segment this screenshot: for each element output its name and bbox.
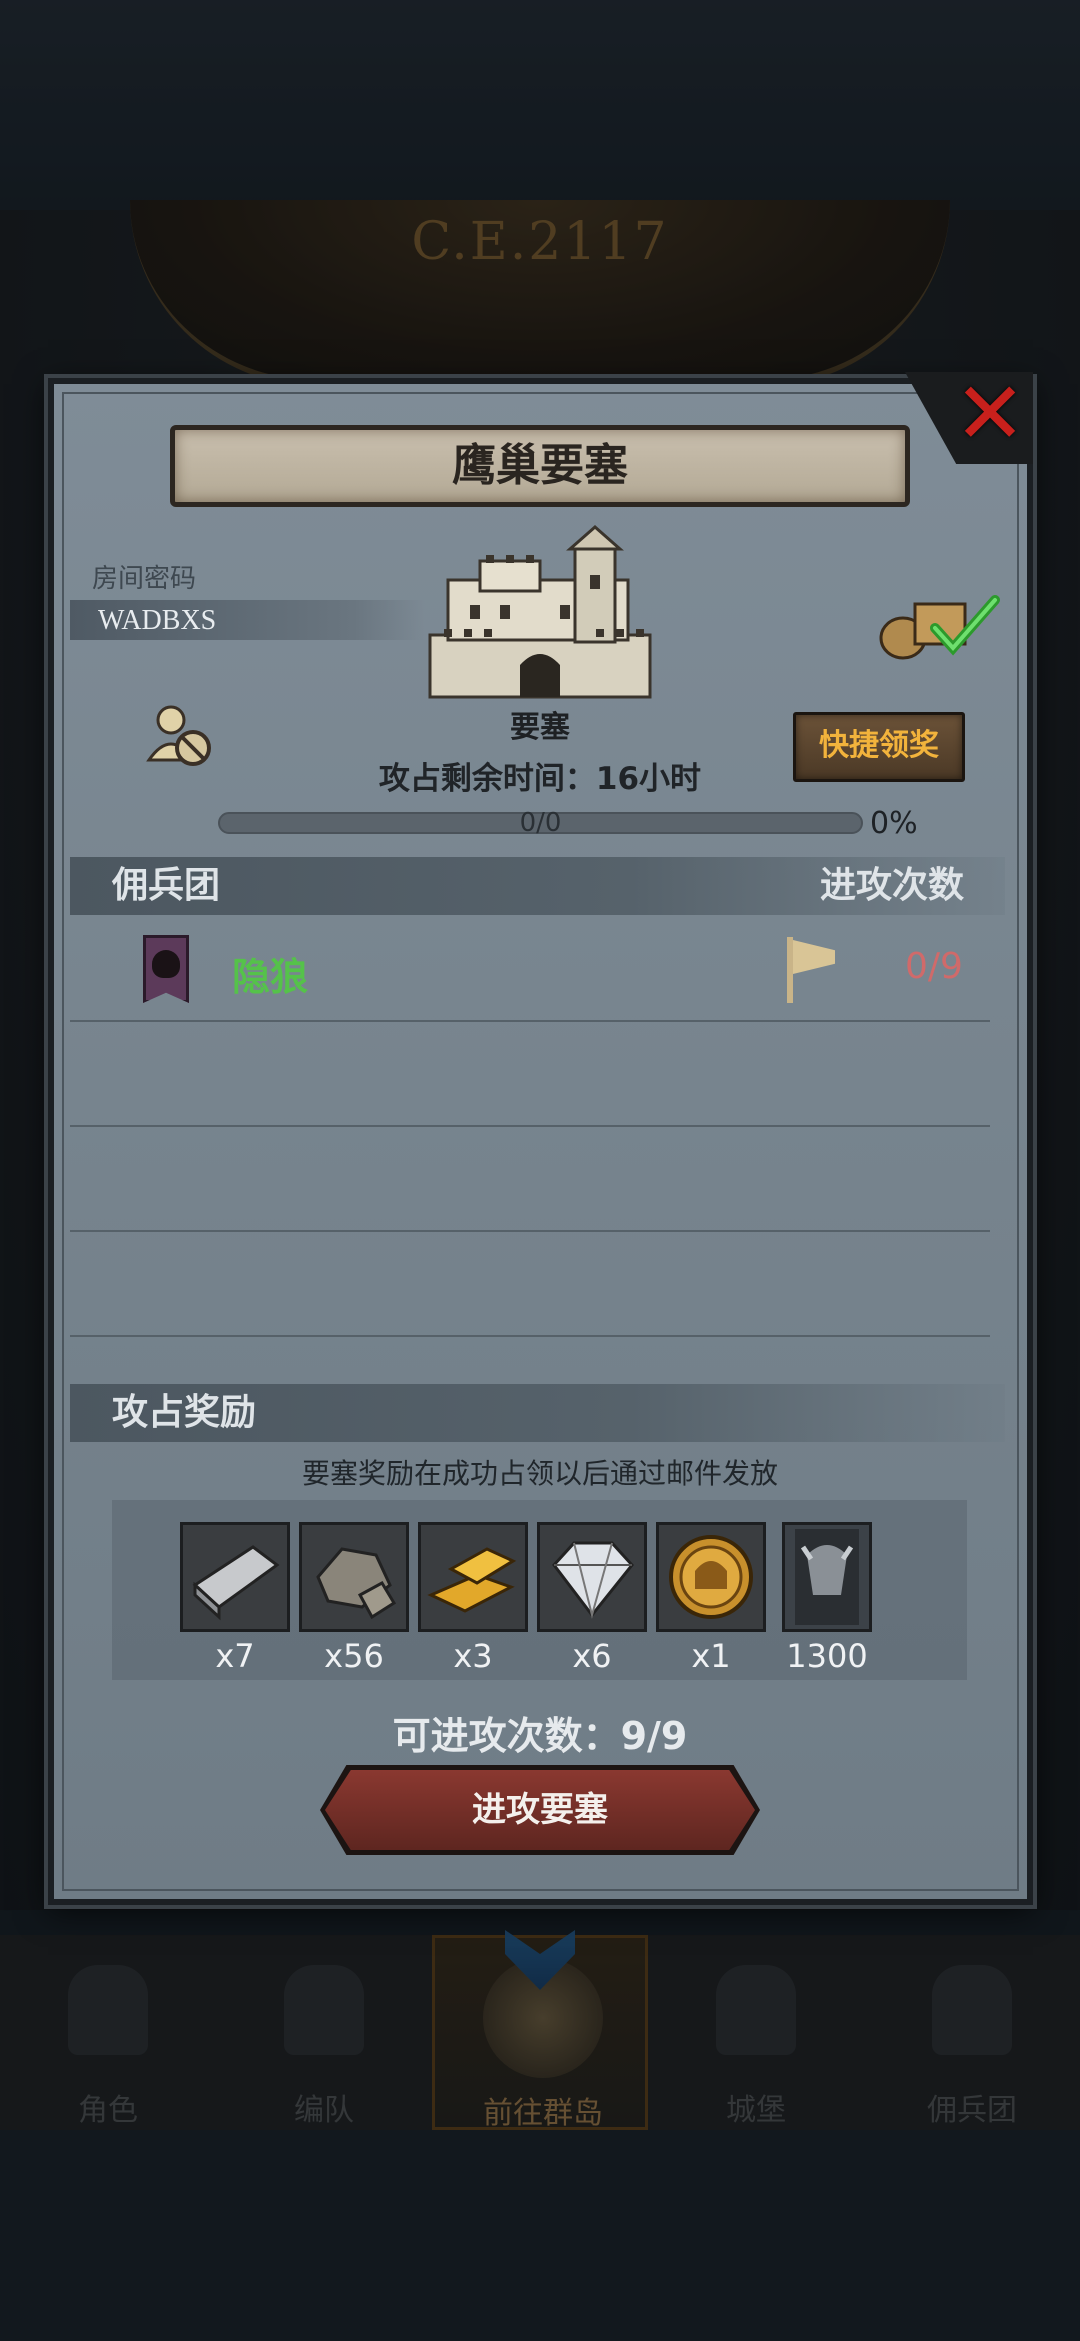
- room-code[interactable]: WADBXS: [98, 601, 216, 641]
- list-divider: [70, 1020, 990, 1022]
- fortress-label: 要塞: [510, 710, 570, 745]
- panel-title: 鹰巢要塞: [452, 440, 628, 491]
- reward-qty: x6: [572, 1637, 612, 1675]
- loot-bag-check-icon[interactable]: [875, 590, 1005, 660]
- diamond-icon[interactable]: [537, 1522, 647, 1632]
- list-divider: [70, 1335, 990, 1337]
- room-password-label: 房间密码: [92, 564, 197, 594]
- guild-name[interactable]: 隐狼: [232, 946, 308, 1001]
- progress-percent: 0%: [870, 806, 918, 841]
- flag-icon: [787, 937, 793, 1003]
- reward-note: 要塞奖励在成功占领以后通过邮件发放: [301, 1457, 778, 1490]
- fortress-castle-icon: [428, 525, 652, 699]
- time-remaining: 攻占剩余时间：16小时: [378, 761, 702, 797]
- attacks-available: 可进攻次数：9/9: [392, 1714, 688, 1758]
- helmet-coin-icon[interactable]: [656, 1522, 766, 1632]
- list-divider: [70, 1125, 990, 1127]
- reward-qty: x3: [453, 1637, 493, 1675]
- reward-qty: x56: [324, 1637, 384, 1675]
- iron-ingot-icon[interactable]: [180, 1522, 290, 1632]
- attack-fortress-button[interactable]: 进攻要塞: [325, 1770, 755, 1850]
- guild-attack-count: 0/9: [905, 946, 963, 987]
- reward-qty: 1300: [786, 1637, 868, 1675]
- gold-bars-icon[interactable]: [418, 1522, 528, 1632]
- mercenary-header: 佣兵团: [112, 865, 221, 906]
- minotaur-banner-icon[interactable]: [782, 1522, 872, 1632]
- progress-text: 0/0: [519, 808, 562, 838]
- wolf-icon: [152, 950, 180, 978]
- reward-header: 攻占奖励: [112, 1392, 257, 1433]
- close-button[interactable]: ✕: [950, 371, 1030, 457]
- attack-count-header: 进攻次数: [820, 865, 965, 906]
- reward-qty: x1: [691, 1637, 731, 1675]
- list-divider: [70, 1230, 990, 1232]
- reward-qty: x7: [215, 1637, 255, 1675]
- stone-ore-icon[interactable]: [299, 1522, 409, 1632]
